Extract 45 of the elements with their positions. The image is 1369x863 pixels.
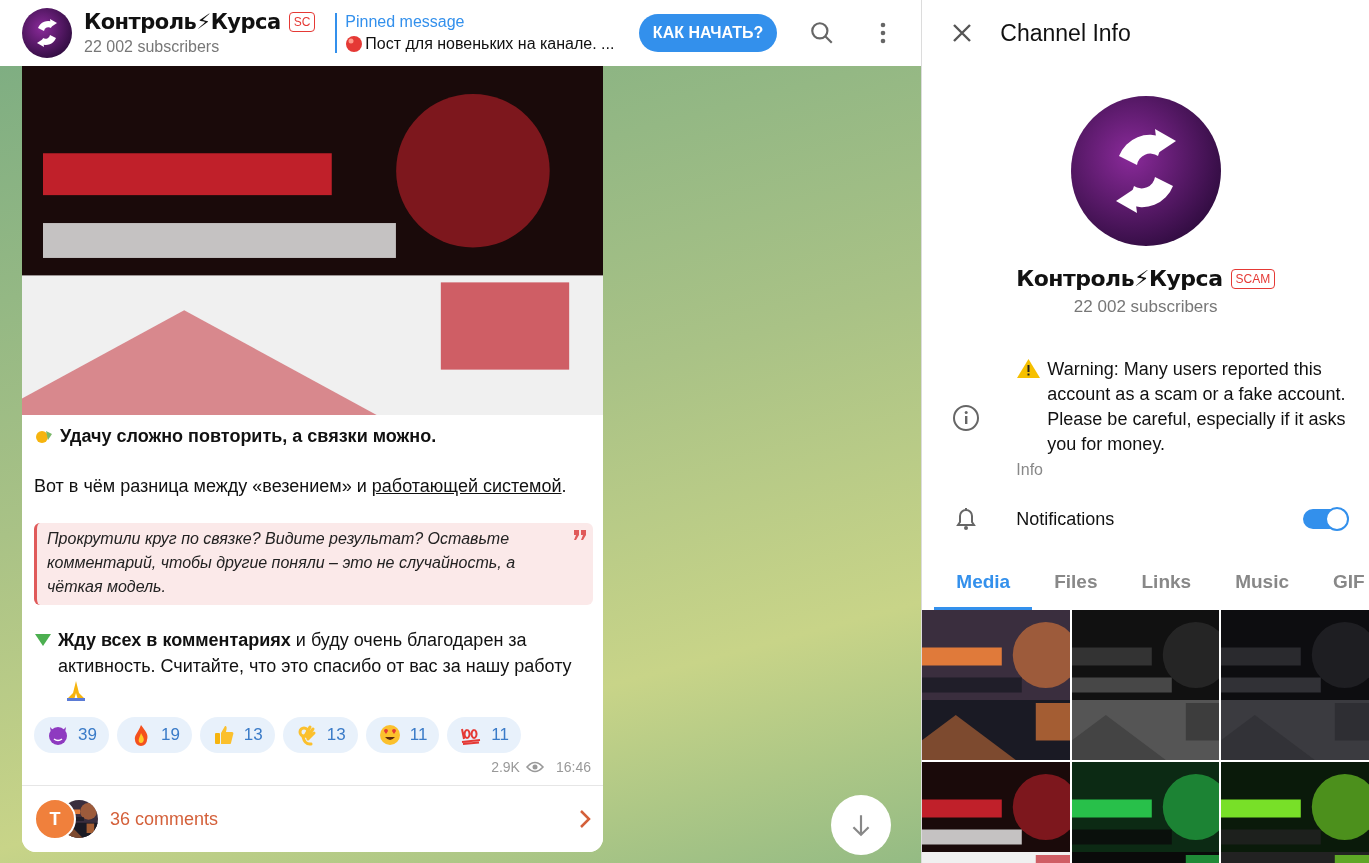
start-button[interactable]: КАК НАЧАТЬ? bbox=[638, 14, 778, 52]
reaction-chip[interactable]: 11 bbox=[447, 717, 521, 753]
chevron-right-icon bbox=[579, 809, 591, 829]
commenter-avatar: T bbox=[34, 798, 76, 840]
media-tab[interactable]: GIF bbox=[1311, 561, 1369, 610]
channel-name: Контроль⚡Курса bbox=[84, 10, 281, 34]
coin-icon bbox=[34, 428, 54, 444]
subscriber-count: 22 002 subscribers bbox=[1073, 297, 1218, 317]
subscriber-count: 22 002 subscribers bbox=[84, 38, 221, 56]
triangle-icon bbox=[34, 633, 52, 647]
pinned-label: Pinned message bbox=[345, 13, 466, 31]
info-label: Info bbox=[1016, 461, 1044, 479]
comments-button[interactable]: T 36 comments bbox=[22, 785, 603, 852]
notifications-label: Notifications bbox=[1016, 508, 1116, 530]
message-text: Жду всех в комментариях и буду очень благодарен за активность. Считайте, что это спасибо от вас за нашу работу bbox=[58, 630, 572, 676]
warning-icon bbox=[1016, 358, 1042, 379]
quote-block: Прокрутили круг по связке? Видите результат? Оставьте комментарий, чтобы другие поняли – это не случайность, а чёткая модель. bbox=[34, 523, 593, 605]
message-text: Удачу сложно повторить, а связки можно. bbox=[60, 425, 437, 448]
reaction-chip[interactable]: 39 bbox=[34, 717, 109, 753]
message-link[interactable]: работающей системой bbox=[371, 476, 562, 496]
pinned-text: Пост для новеньких на канале. ... bbox=[365, 35, 615, 53]
reaction-chip[interactable]: 13 bbox=[282, 717, 358, 753]
pinned-message[interactable]: Pinned message Пост для новеньких на канале. ... bbox=[335, 13, 627, 53]
channel-avatar bbox=[22, 8, 72, 58]
heart-eyes-emoji-icon bbox=[377, 723, 402, 747]
warning-text: Warning: Many users reported this account as a scam or a fake account. Please be careful, especially if it asks you for money. bbox=[1047, 358, 1347, 456]
notifications-toggle[interactable] bbox=[1303, 509, 1347, 529]
scam-badge: SC bbox=[288, 12, 316, 32]
info-icon bbox=[952, 404, 981, 432]
media-tab[interactable]: Music bbox=[1213, 561, 1311, 610]
eye-icon bbox=[525, 761, 544, 773]
close-icon[interactable] bbox=[952, 23, 973, 43]
message-time: 16:46 bbox=[555, 759, 591, 775]
media-tab[interactable]: Links bbox=[1119, 561, 1214, 610]
quote-icon bbox=[573, 529, 587, 541]
reaction-chip[interactable]: 19 bbox=[116, 717, 192, 753]
panel-title: Channel Info bbox=[1000, 19, 1131, 47]
view-count: 2.9K bbox=[491, 759, 520, 775]
channel-name: Контроль⚡Курса bbox=[1016, 266, 1223, 291]
ball-icon bbox=[345, 35, 364, 53]
message-text: Вот в чём разница между «везением» и работающей системой. bbox=[34, 476, 567, 496]
reaction-chip[interactable]: 11 bbox=[365, 717, 440, 753]
media-tab[interactable]: Files bbox=[1032, 561, 1120, 610]
scam-badge: SCAM bbox=[1230, 268, 1276, 289]
reaction-chip[interactable]: 13 bbox=[199, 717, 275, 753]
